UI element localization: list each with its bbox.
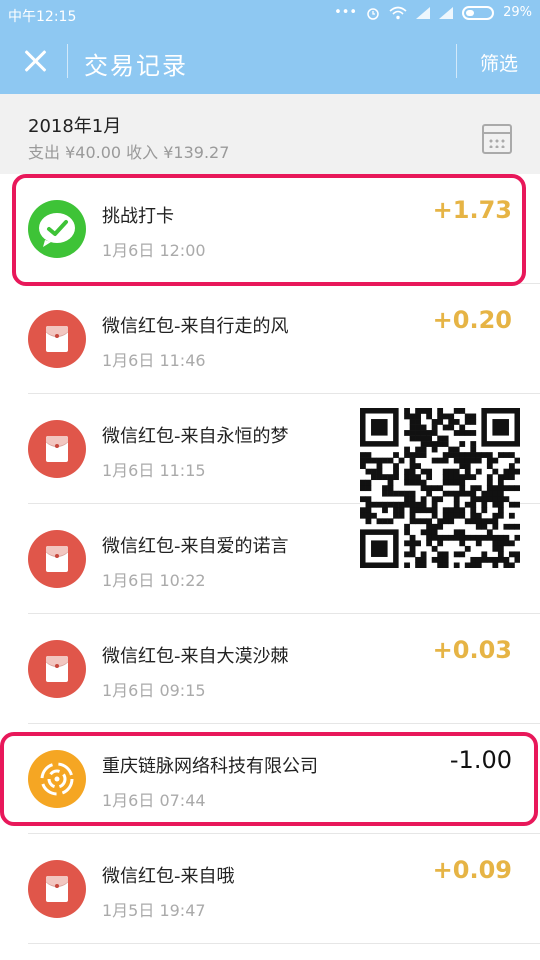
transaction-row[interactable]: 重庆链脉网络科技有限公司 1月6日 07:44 -1.00 [0,724,540,834]
battery-icon [462,5,495,20]
red-packet-icon [28,420,86,478]
transaction-amount: +0.09 [432,856,512,884]
company-logo-icon [28,750,86,808]
transaction-amount: +0.03 [432,636,512,664]
calendar-icon[interactable] [482,124,512,154]
filter-button[interactable]: 筛选 [480,49,518,76]
transaction-date: 1月6日 12:00 [102,241,206,260]
filter-divider [456,44,457,78]
title-divider [67,44,68,78]
signal-icon [416,6,431,19]
transaction-date: 1月6日 09:15 [102,681,206,700]
transaction-name: 挑战打卡 [102,206,174,227]
transaction-date: 1月6日 11:15 [102,461,206,480]
transaction-name: 微信红包-来自爱的诺言 [102,536,289,557]
red-packet-icon [28,310,86,368]
transaction-date: 1月5日 19:47 [102,901,206,920]
month-label: 2018年1月 [28,116,122,137]
transaction-name: 微信红包-来自哦 [102,866,235,887]
close-icon[interactable] [18,44,52,78]
transaction-name: 微信红包-来自永恒的梦 [102,426,289,447]
status-time: 中午12:15 [8,9,77,25]
transaction-date: 1月6日 10:22 [102,571,206,590]
red-packet-icon [28,860,86,918]
transaction-name: 微信红包-来自行走的风 [102,316,289,337]
transaction-row[interactable]: 微信红包-来自大漠沙棘 1月6日 09:15 +0.03 [0,614,540,724]
signal-icon [439,6,454,19]
transaction-row[interactable]: 微信红包-来自哦 1月5日 19:47 +0.09 [0,834,540,944]
transaction-amount: -1.00 [449,746,512,774]
transaction-amount: +0.20 [432,306,512,334]
month-totals: 支出 ¥40.00 收入 ¥139.27 [28,143,230,162]
row-divider [28,943,540,944]
alarm-icon [367,7,379,20]
transaction-row[interactable]: 挑战打卡 1月6日 12:00 +1.73 [0,174,540,284]
more-dots-icon: ••• [334,5,358,20]
title-bar: 交易记录 筛选 [0,30,540,94]
red-packet-icon [28,640,86,698]
wechat-checkin-icon [28,200,86,258]
transaction-amount: +1.73 [432,196,512,224]
status-bar: 中午12:15 ••• 29% [0,0,540,30]
transaction-name: 重庆链脉网络科技有限公司 [102,756,318,777]
status-icons: ••• 29% [334,5,532,20]
wifi-icon [389,6,407,19]
transaction-date: 1月6日 11:46 [102,351,206,370]
transaction-row[interactable]: 微信红包-来自行走的风 1月6日 11:46 +0.20 [0,284,540,394]
transaction-date: 1月6日 07:44 [102,791,206,810]
page-title: 交易记录 [84,52,188,80]
battery-percent: 29% [503,5,532,20]
red-packet-icon [28,530,86,588]
month-summary: 2018年1月 支出 ¥40.00 收入 ¥139.27 [0,94,540,174]
qr-code [360,408,520,568]
transaction-name: 微信红包-来自大漠沙棘 [102,646,289,667]
